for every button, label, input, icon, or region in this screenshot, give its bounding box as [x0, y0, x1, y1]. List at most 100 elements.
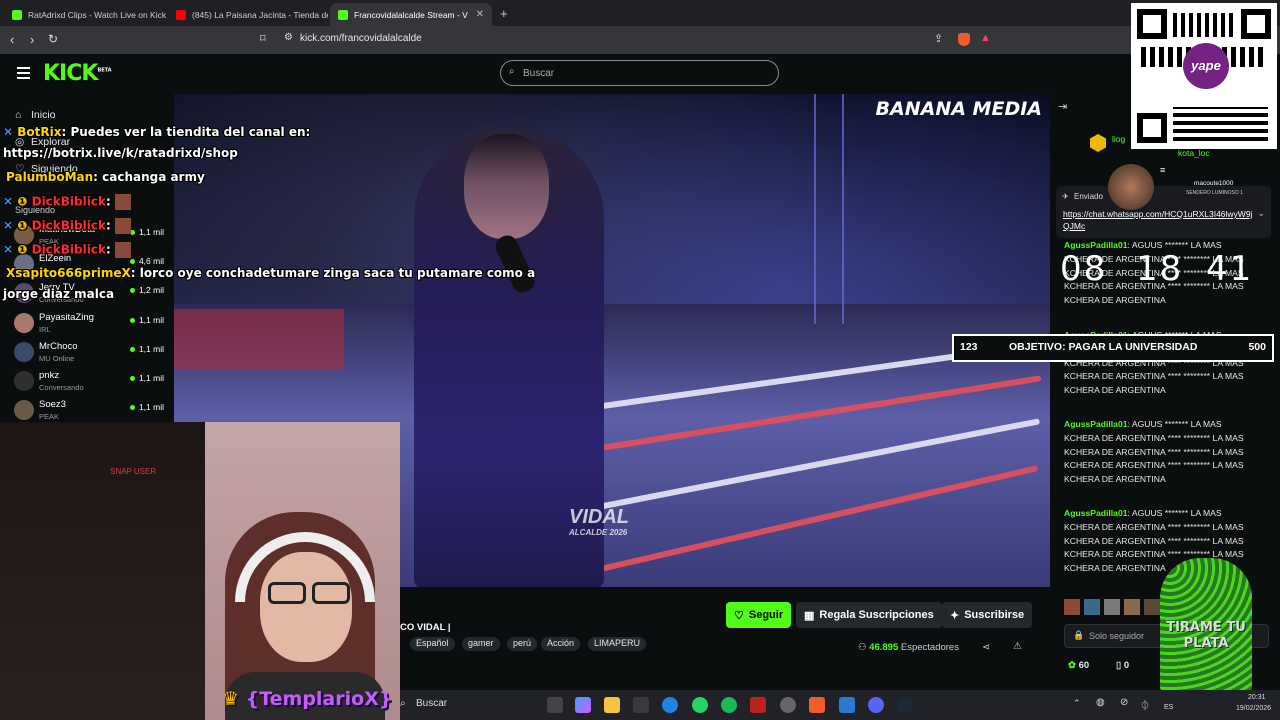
yape-qr-code: yape [1131, 3, 1277, 149]
language-indicator[interactable]: ES [1164, 704, 1173, 711]
task-view-icon[interactable] [547, 697, 563, 713]
sidebar-channel[interactable]: pnkz Conversando 1,1 mil [14, 368, 164, 396]
chevron-up-icon[interactable]: ⌃ [1073, 698, 1081, 709]
emote[interactable] [1124, 599, 1140, 615]
whatsapp-icon[interactable] [692, 697, 708, 713]
tag[interactable]: gamer [462, 637, 500, 651]
collapse-chat-icon[interactable]: ⇥ [1058, 100, 1067, 113]
top-user[interactable]: kota_loc [1178, 148, 1210, 158]
address-bar: ‹ › ↻ ⌑ ⚙ kick.com/francovidalalcalde ⇪ … [0, 26, 1280, 54]
snap-user-label: SNAP USER [110, 467, 157, 476]
overlay-chat-line: ✕ ❶ DickBiblick: [3, 218, 131, 234]
channel-points[interactable]: ✿ 60 [1068, 660, 1089, 671]
points-icon: ✿ [1068, 660, 1076, 671]
tag[interactable]: LIMAPERU [588, 637, 647, 651]
share-icon[interactable]: ⋖ [982, 642, 990, 653]
tag[interactable]: Acción [541, 637, 581, 651]
vidal-ad: VIDAL ALCALDE 2026 [569, 506, 629, 537]
avatar [14, 313, 34, 333]
sidebar-channel[interactable]: PayasitaZing IRL 1,1 mil [14, 310, 164, 338]
spotify-icon[interactable] [721, 697, 737, 713]
sidebar-channel[interactable]: Soez3 PEAK 1,1 mil [14, 397, 164, 425]
bolt-icon: ▯ [1116, 660, 1122, 671]
brave-icon[interactable] [809, 697, 825, 713]
steam-icon[interactable] [897, 697, 913, 713]
heart-icon: ♡ [734, 609, 744, 622]
obs-icon[interactable] [780, 697, 796, 713]
network-icon[interactable]: ◍ [1096, 697, 1105, 708]
emote[interactable] [1104, 599, 1120, 615]
emote[interactable] [1064, 599, 1080, 615]
brave-rewards-icon[interactable]: ▲ [980, 32, 991, 44]
clock-time[interactable]: 20:31 [1248, 694, 1266, 701]
kick-favicon-icon [12, 9, 22, 20]
chat-counter: ▯ 0 [1116, 660, 1130, 671]
sidebar-channel[interactable]: MrChoco MU Online 1,1 mil [14, 339, 164, 367]
emote-strip [1064, 599, 1174, 615]
brave-shield-icon[interactable] [958, 33, 970, 46]
banana-media-logo: BANANA MEDIA [875, 98, 1042, 120]
users-icon: ⚇ [858, 642, 867, 653]
browser-tab[interactable]: RatAdrixd Clips - Watch Live on Kick [4, 3, 169, 26]
sidebar: ⌂ Inicio ◎ Explorar ♡ Siguiendo Siguiendo M… [0, 94, 174, 424]
browser-tab-bar: RatAdrixd Clips - Watch Live on Kick (84… [0, 0, 1280, 26]
url-field[interactable]: kick.com/francovidalalcalde [300, 33, 422, 44]
search-input[interactable]: ⌕ Buscar [500, 60, 779, 86]
clock-date[interactable]: 19/02/2026 [1236, 705, 1271, 712]
avatar [14, 342, 34, 362]
discord-icon[interactable] [868, 697, 884, 713]
new-tab-icon[interactable]: + [500, 6, 508, 21]
share-icon[interactable]: ⇪ [934, 32, 943, 45]
gift-subs-button[interactable]: ▦ Regala Suscripciones [796, 602, 942, 628]
notepad-icon[interactable] [839, 697, 855, 713]
bookmark-icon[interactable]: ⌑ [260, 32, 266, 45]
close-tab-icon[interactable]: ✕ [476, 9, 484, 20]
pinned-link[interactable]: https://chat.whatsapp.com/HCQ1uRXL3I46lw… [1063, 208, 1258, 232]
hamburger-icon: ≡ [1160, 165, 1166, 175]
search-icon: ⌕ [400, 698, 406, 709]
back-icon[interactable]: ‹ [10, 32, 14, 47]
emote[interactable] [1084, 599, 1100, 615]
report-icon[interactable]: ⚠ [1013, 641, 1022, 652]
qr-finder [1137, 113, 1167, 143]
streamer-name: ♛ {TemplarioX} [222, 688, 393, 710]
mic-icon[interactable]: ⏀ [1140, 697, 1150, 712]
emote [114, 194, 131, 210]
qr-finder [1137, 9, 1167, 39]
emote[interactable] [1144, 599, 1160, 615]
menu-icon[interactable] [17, 67, 30, 82]
follow-button[interactable]: ♡ Seguir [726, 602, 792, 628]
taskbar-search[interactable]: Buscar [416, 698, 447, 709]
copilot-icon[interactable] [575, 697, 591, 713]
edge-icon[interactable] [662, 697, 678, 713]
tag[interactable]: Español [410, 637, 455, 651]
mute-icon[interactable]: ⊘ [1120, 697, 1128, 708]
home-icon: ⌂ [15, 109, 22, 121]
reload-icon[interactable]: ↻ [48, 32, 58, 46]
kick-logo[interactable]: KICKBETA [43, 61, 112, 86]
sidebar-item-inicio[interactable]: ⌂ Inicio [15, 109, 56, 121]
forward-icon[interactable]: › [30, 32, 34, 47]
store-icon[interactable] [633, 697, 649, 713]
browser-tab-active[interactable]: Francovidalalcalde Stream - V ✕ [330, 3, 492, 26]
app-icon[interactable] [750, 697, 766, 713]
top-user[interactable]: liog [1112, 134, 1125, 144]
donation-jar: TIRAME TU PLATA [1160, 558, 1252, 700]
tab-title: Francovidalalcalde Stream - V [354, 9, 468, 20]
profile-name: macoute1000 [1194, 180, 1234, 187]
browser-tab[interactable]: (845) La Paisana Jacinta - Tienda de l [168, 3, 328, 26]
truss [814, 94, 844, 324]
stream-title: CO VIDAL | [400, 622, 451, 633]
site-info-icon[interactable]: ⚙ [284, 32, 293, 43]
chevron-down-icon[interactable]: ⌄ [1257, 208, 1265, 219]
windows-taskbar: ⌕ Buscar ⌃ ◍ ⊘ ⏀ ES 20:31 19/02/2026 [400, 690, 1280, 720]
overlay-chat-line: PalumboMan: cachanga army [6, 170, 205, 184]
subscribe-button[interactable]: ✦ Suscribirse [942, 602, 1033, 628]
qr-finder [1241, 9, 1271, 39]
overlay-chat-line: Xsapito666primeX: lorco oye conchadetuma… [6, 266, 536, 280]
pin-icon: ✈ [1062, 192, 1069, 201]
kick-header: KICKBETA ⌕ Buscar [0, 54, 1280, 94]
file-explorer-icon[interactable] [604, 697, 620, 713]
banner [174, 309, 344, 369]
tag[interactable]: perú [507, 637, 538, 651]
